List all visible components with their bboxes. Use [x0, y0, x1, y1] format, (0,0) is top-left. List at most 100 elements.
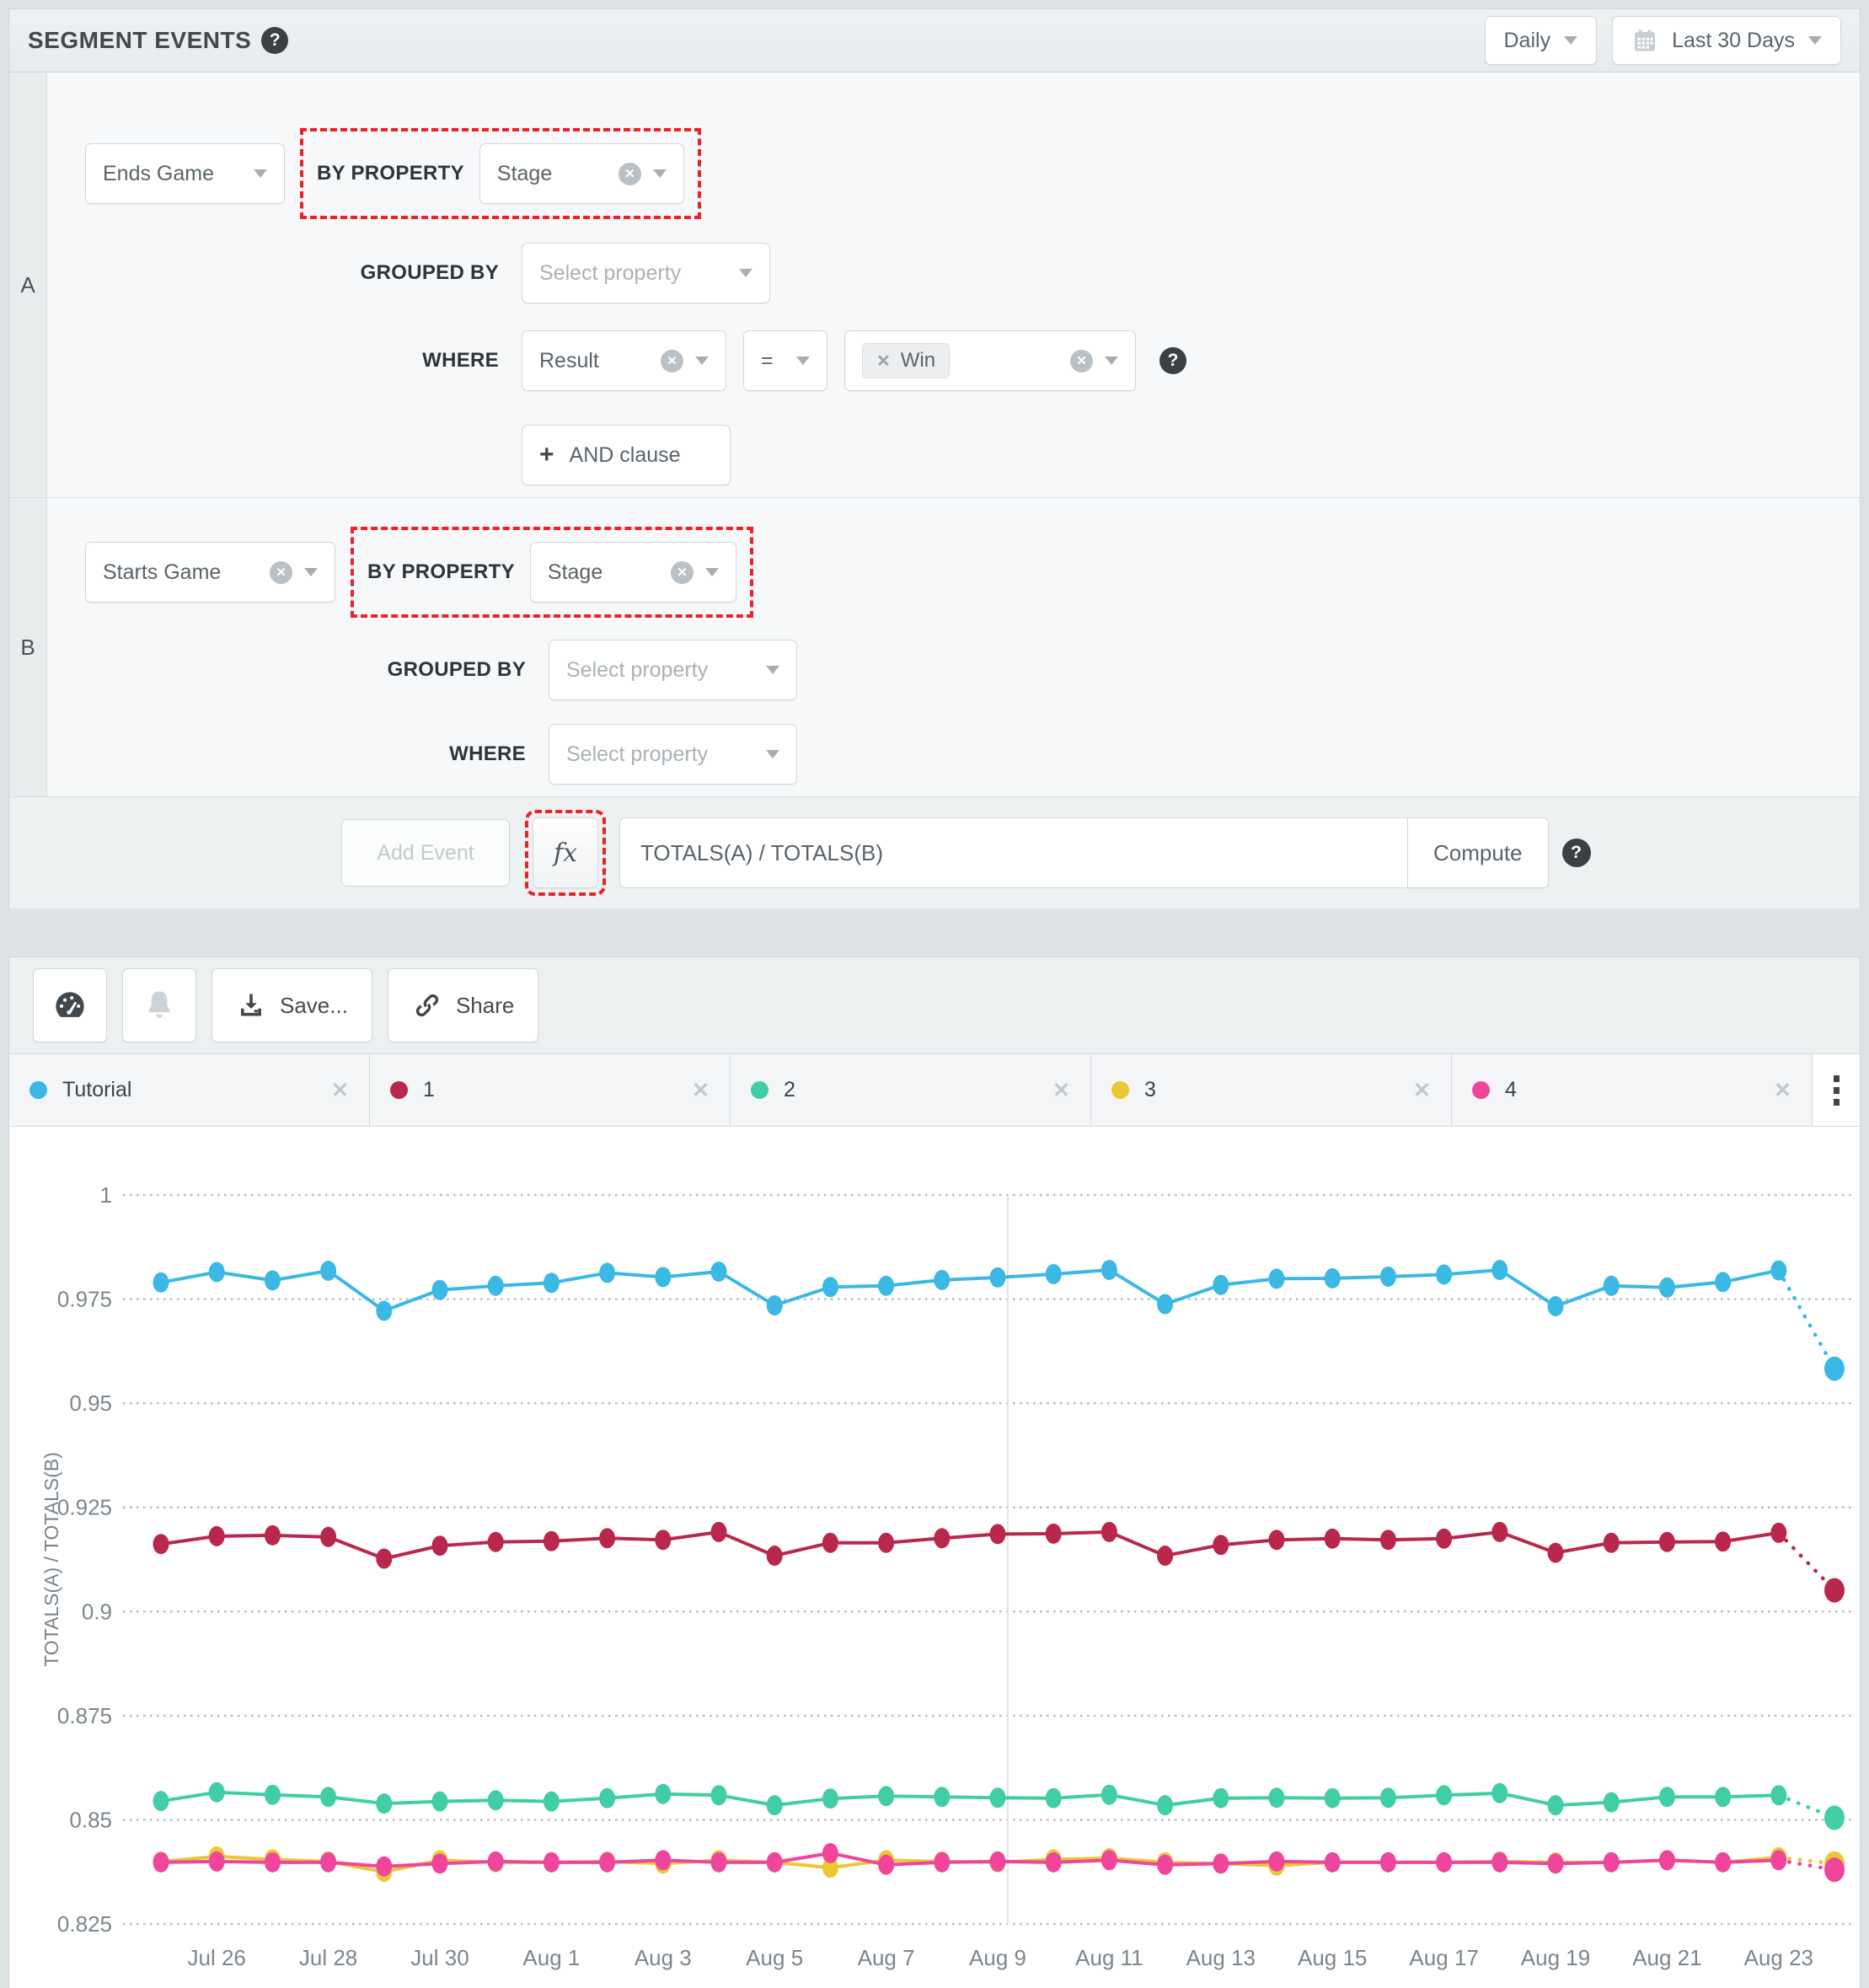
data-point[interactable]	[265, 1785, 281, 1805]
share-button[interactable]: Share	[388, 968, 538, 1042]
data-point[interactable]	[878, 1533, 894, 1553]
data-point[interactable]	[153, 1534, 169, 1554]
remove-property-icon[interactable]: ✕	[671, 561, 694, 584]
data-point[interactable]	[209, 1851, 225, 1872]
data-point[interactable]	[1604, 1533, 1620, 1553]
by-property-dropdown-a[interactable]: Stage ✕	[479, 143, 684, 204]
data-point[interactable]	[1824, 1857, 1845, 1882]
data-point[interactable]	[1491, 1852, 1508, 1873]
data-point[interactable]	[153, 1791, 169, 1811]
by-property-dropdown-b[interactable]: Stage ✕	[530, 542, 736, 603]
date-range-dropdown[interactable]: Last 30 Days	[1612, 16, 1841, 65]
data-point[interactable]	[376, 1857, 392, 1877]
data-point[interactable]	[1491, 1522, 1508, 1542]
data-point[interactable]	[1046, 1852, 1062, 1873]
data-point[interactable]	[1101, 1522, 1117, 1542]
data-point[interactable]	[878, 1855, 894, 1875]
data-point[interactable]	[1604, 1852, 1620, 1873]
save-button[interactable]: Save...	[212, 968, 372, 1042]
where-value-dropdown-a[interactable]: ✕ Win ✕	[844, 330, 1136, 391]
where-property-dropdown-a[interactable]: Result ✕	[522, 330, 726, 391]
data-point[interactable]	[1213, 1275, 1229, 1295]
data-point[interactable]	[432, 1280, 448, 1300]
data-point[interactable]	[1046, 1264, 1062, 1284]
data-point[interactable]	[934, 1270, 950, 1290]
data-point[interactable]	[990, 1267, 1006, 1288]
data-point[interactable]	[488, 1851, 504, 1872]
legend-tab-2[interactable]: 2✕	[731, 1054, 1091, 1126]
data-point[interactable]	[209, 1262, 225, 1282]
data-point[interactable]	[1770, 1785, 1786, 1805]
data-point[interactable]	[1659, 1787, 1675, 1807]
event-dropdown-b[interactable]: Starts Game ✕	[85, 542, 335, 603]
data-point[interactable]	[767, 1546, 783, 1566]
data-point[interactable]	[822, 1533, 838, 1553]
data-point[interactable]	[1269, 1851, 1285, 1872]
data-point[interactable]	[1380, 1267, 1396, 1287]
help-icon[interactable]: ?	[261, 27, 288, 54]
data-point[interactable]	[599, 1262, 615, 1283]
data-point[interactable]	[1770, 1260, 1786, 1280]
add-and-clause-button[interactable]: + AND clause	[522, 425, 731, 485]
data-point[interactable]	[767, 1852, 783, 1873]
data-point[interactable]	[320, 1852, 336, 1873]
data-point[interactable]	[209, 1782, 225, 1803]
data-point[interactable]	[265, 1270, 281, 1290]
data-point[interactable]	[1157, 1546, 1173, 1566]
data-point[interactable]	[1101, 1260, 1117, 1280]
data-point[interactable]	[655, 1530, 671, 1550]
data-point[interactable]	[1604, 1792, 1620, 1813]
data-point[interactable]	[320, 1527, 336, 1547]
data-point[interactable]	[544, 1531, 560, 1551]
data-point[interactable]	[1157, 1795, 1173, 1815]
data-point[interactable]	[432, 1853, 448, 1873]
data-point[interactable]	[1548, 1296, 1564, 1316]
data-point[interactable]	[153, 1852, 169, 1873]
formula-help-icon[interactable]: ?	[1562, 839, 1591, 867]
data-point[interactable]	[488, 1790, 504, 1810]
close-icon[interactable]: ✕	[1774, 1078, 1791, 1103]
data-point[interactable]	[1715, 1852, 1731, 1873]
close-icon[interactable]: ✕	[331, 1078, 349, 1103]
data-point[interactable]	[1380, 1530, 1396, 1550]
data-point[interactable]	[878, 1786, 894, 1806]
data-point[interactable]	[711, 1522, 727, 1542]
alert-button[interactable]	[122, 968, 196, 1042]
grouped-by-dropdown-a[interactable]: Select property	[522, 243, 770, 303]
formula-input[interactable]	[619, 817, 1407, 888]
data-point[interactable]	[1101, 1850, 1117, 1870]
data-point[interactable]	[1380, 1852, 1396, 1873]
data-point[interactable]	[1824, 1578, 1845, 1603]
data-point[interactable]	[1491, 1260, 1508, 1280]
data-point[interactable]	[655, 1267, 671, 1287]
data-point[interactable]	[934, 1787, 950, 1807]
remove-property-icon[interactable]: ✕	[619, 163, 641, 185]
data-point[interactable]	[822, 1788, 838, 1808]
data-point[interactable]	[711, 1262, 727, 1282]
data-point[interactable]	[488, 1532, 504, 1552]
data-point[interactable]	[1715, 1787, 1731, 1807]
data-point[interactable]	[990, 1787, 1006, 1808]
data-point[interactable]	[1213, 1788, 1229, 1808]
data-point[interactable]	[767, 1795, 783, 1815]
data-point[interactable]	[1715, 1531, 1731, 1551]
close-icon[interactable]: ✕	[1052, 1078, 1070, 1103]
data-point[interactable]	[1157, 1855, 1173, 1875]
data-point[interactable]	[1659, 1278, 1675, 1298]
granularity-dropdown[interactable]: Daily	[1485, 16, 1598, 65]
data-point[interactable]	[432, 1792, 448, 1812]
data-point[interactable]	[265, 1525, 281, 1546]
data-point[interactable]	[1824, 1357, 1845, 1381]
data-point[interactable]	[1325, 1852, 1341, 1873]
legend-tab-4[interactable]: 4✕	[1452, 1054, 1813, 1126]
data-point[interactable]	[1770, 1850, 1786, 1870]
remove-event-icon[interactable]: ✕	[270, 561, 292, 584]
legend-tab-1[interactable]: 1✕	[370, 1054, 731, 1126]
data-point[interactable]	[1770, 1523, 1786, 1543]
data-point[interactable]	[599, 1528, 615, 1548]
data-point[interactable]	[711, 1785, 727, 1805]
data-point[interactable]	[265, 1852, 281, 1873]
data-point[interactable]	[376, 1549, 392, 1569]
data-point[interactable]	[1659, 1850, 1675, 1870]
data-point[interactable]	[1548, 1543, 1564, 1563]
